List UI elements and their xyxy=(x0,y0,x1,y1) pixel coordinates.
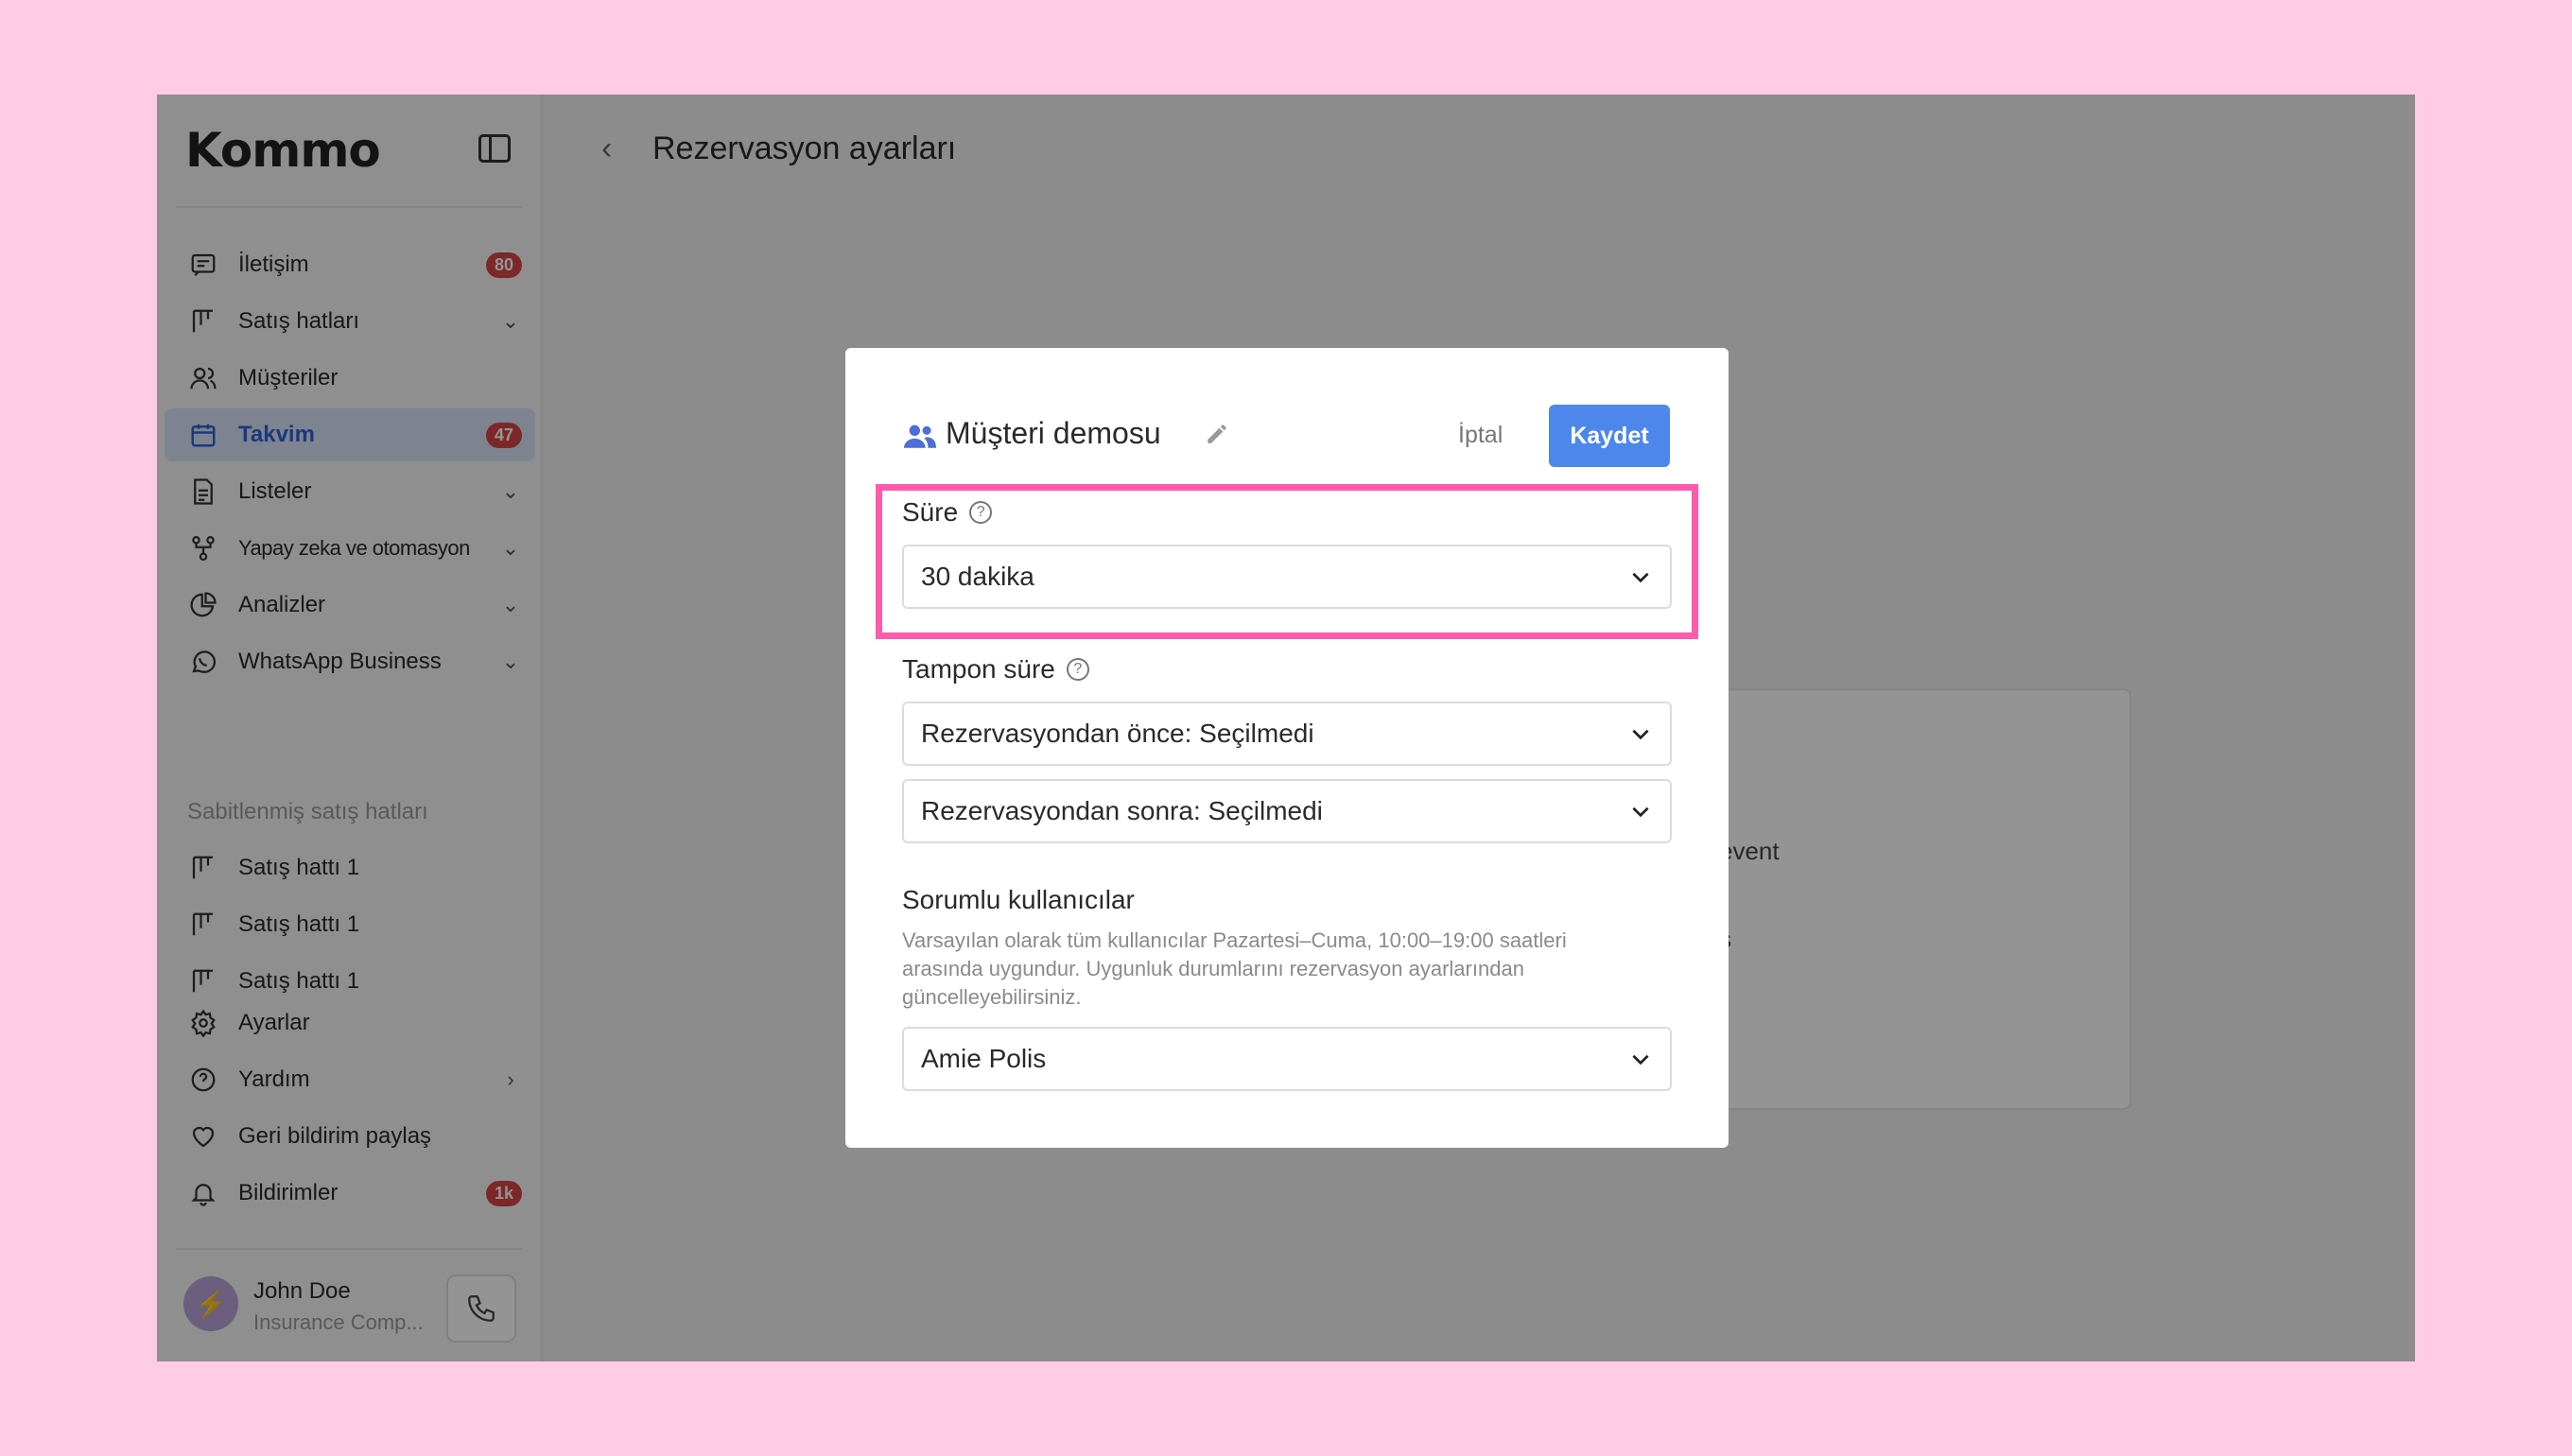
modal-title: Müşteri demosu xyxy=(946,416,1161,450)
buffer-label-text: Tampon süre xyxy=(902,654,1055,684)
chevron-down-icon xyxy=(1632,806,1649,818)
chevron-down-icon xyxy=(1632,1054,1649,1066)
help-icon[interactable]: ? xyxy=(969,501,993,524)
chevron-down-icon xyxy=(1632,729,1649,740)
duration-select[interactable]: 30 dakika xyxy=(902,545,1672,609)
pencil-icon[interactable] xyxy=(1205,422,1229,451)
duration-label: Süre ? xyxy=(902,497,993,528)
responsible-value: Amie Polis xyxy=(921,1044,1047,1073)
chevron-down-icon xyxy=(1632,572,1649,583)
buffer-after-select[interactable]: Rezervasyondan sonra: Seçilmedi xyxy=(902,779,1672,843)
responsible-select[interactable]: Amie Polis xyxy=(902,1027,1672,1091)
app-window: Kommo İletişim 80 Satış hatları ⌄ Müşter… xyxy=(157,95,2415,1361)
booking-settings-modal: Müşteri demosu İptal Kaydet Süre ? 30 da… xyxy=(845,348,1729,1148)
buffer-after-value: Rezervasyondan sonra: Seçilmedi xyxy=(921,796,1323,825)
responsible-label: Sorumlu kullanıcılar xyxy=(902,885,1135,914)
duration-label-text: Süre xyxy=(902,497,959,527)
duration-value: 30 dakika xyxy=(921,562,1034,591)
cancel-button[interactable]: İptal xyxy=(1458,422,1503,449)
buffer-before-select[interactable]: Rezervasyondan önce: Seçilmedi xyxy=(902,702,1672,766)
responsible-description: Varsayılan olarak tüm kullanıcılar Pazar… xyxy=(902,928,1567,1009)
buffer-before-value: Rezervasyondan önce: Seçilmedi xyxy=(921,719,1314,748)
buffer-label: Tampon süre ? xyxy=(902,654,1089,685)
save-button[interactable]: Kaydet xyxy=(1549,405,1670,467)
users-icon xyxy=(904,422,936,455)
help-icon[interactable]: ? xyxy=(1066,658,1089,681)
